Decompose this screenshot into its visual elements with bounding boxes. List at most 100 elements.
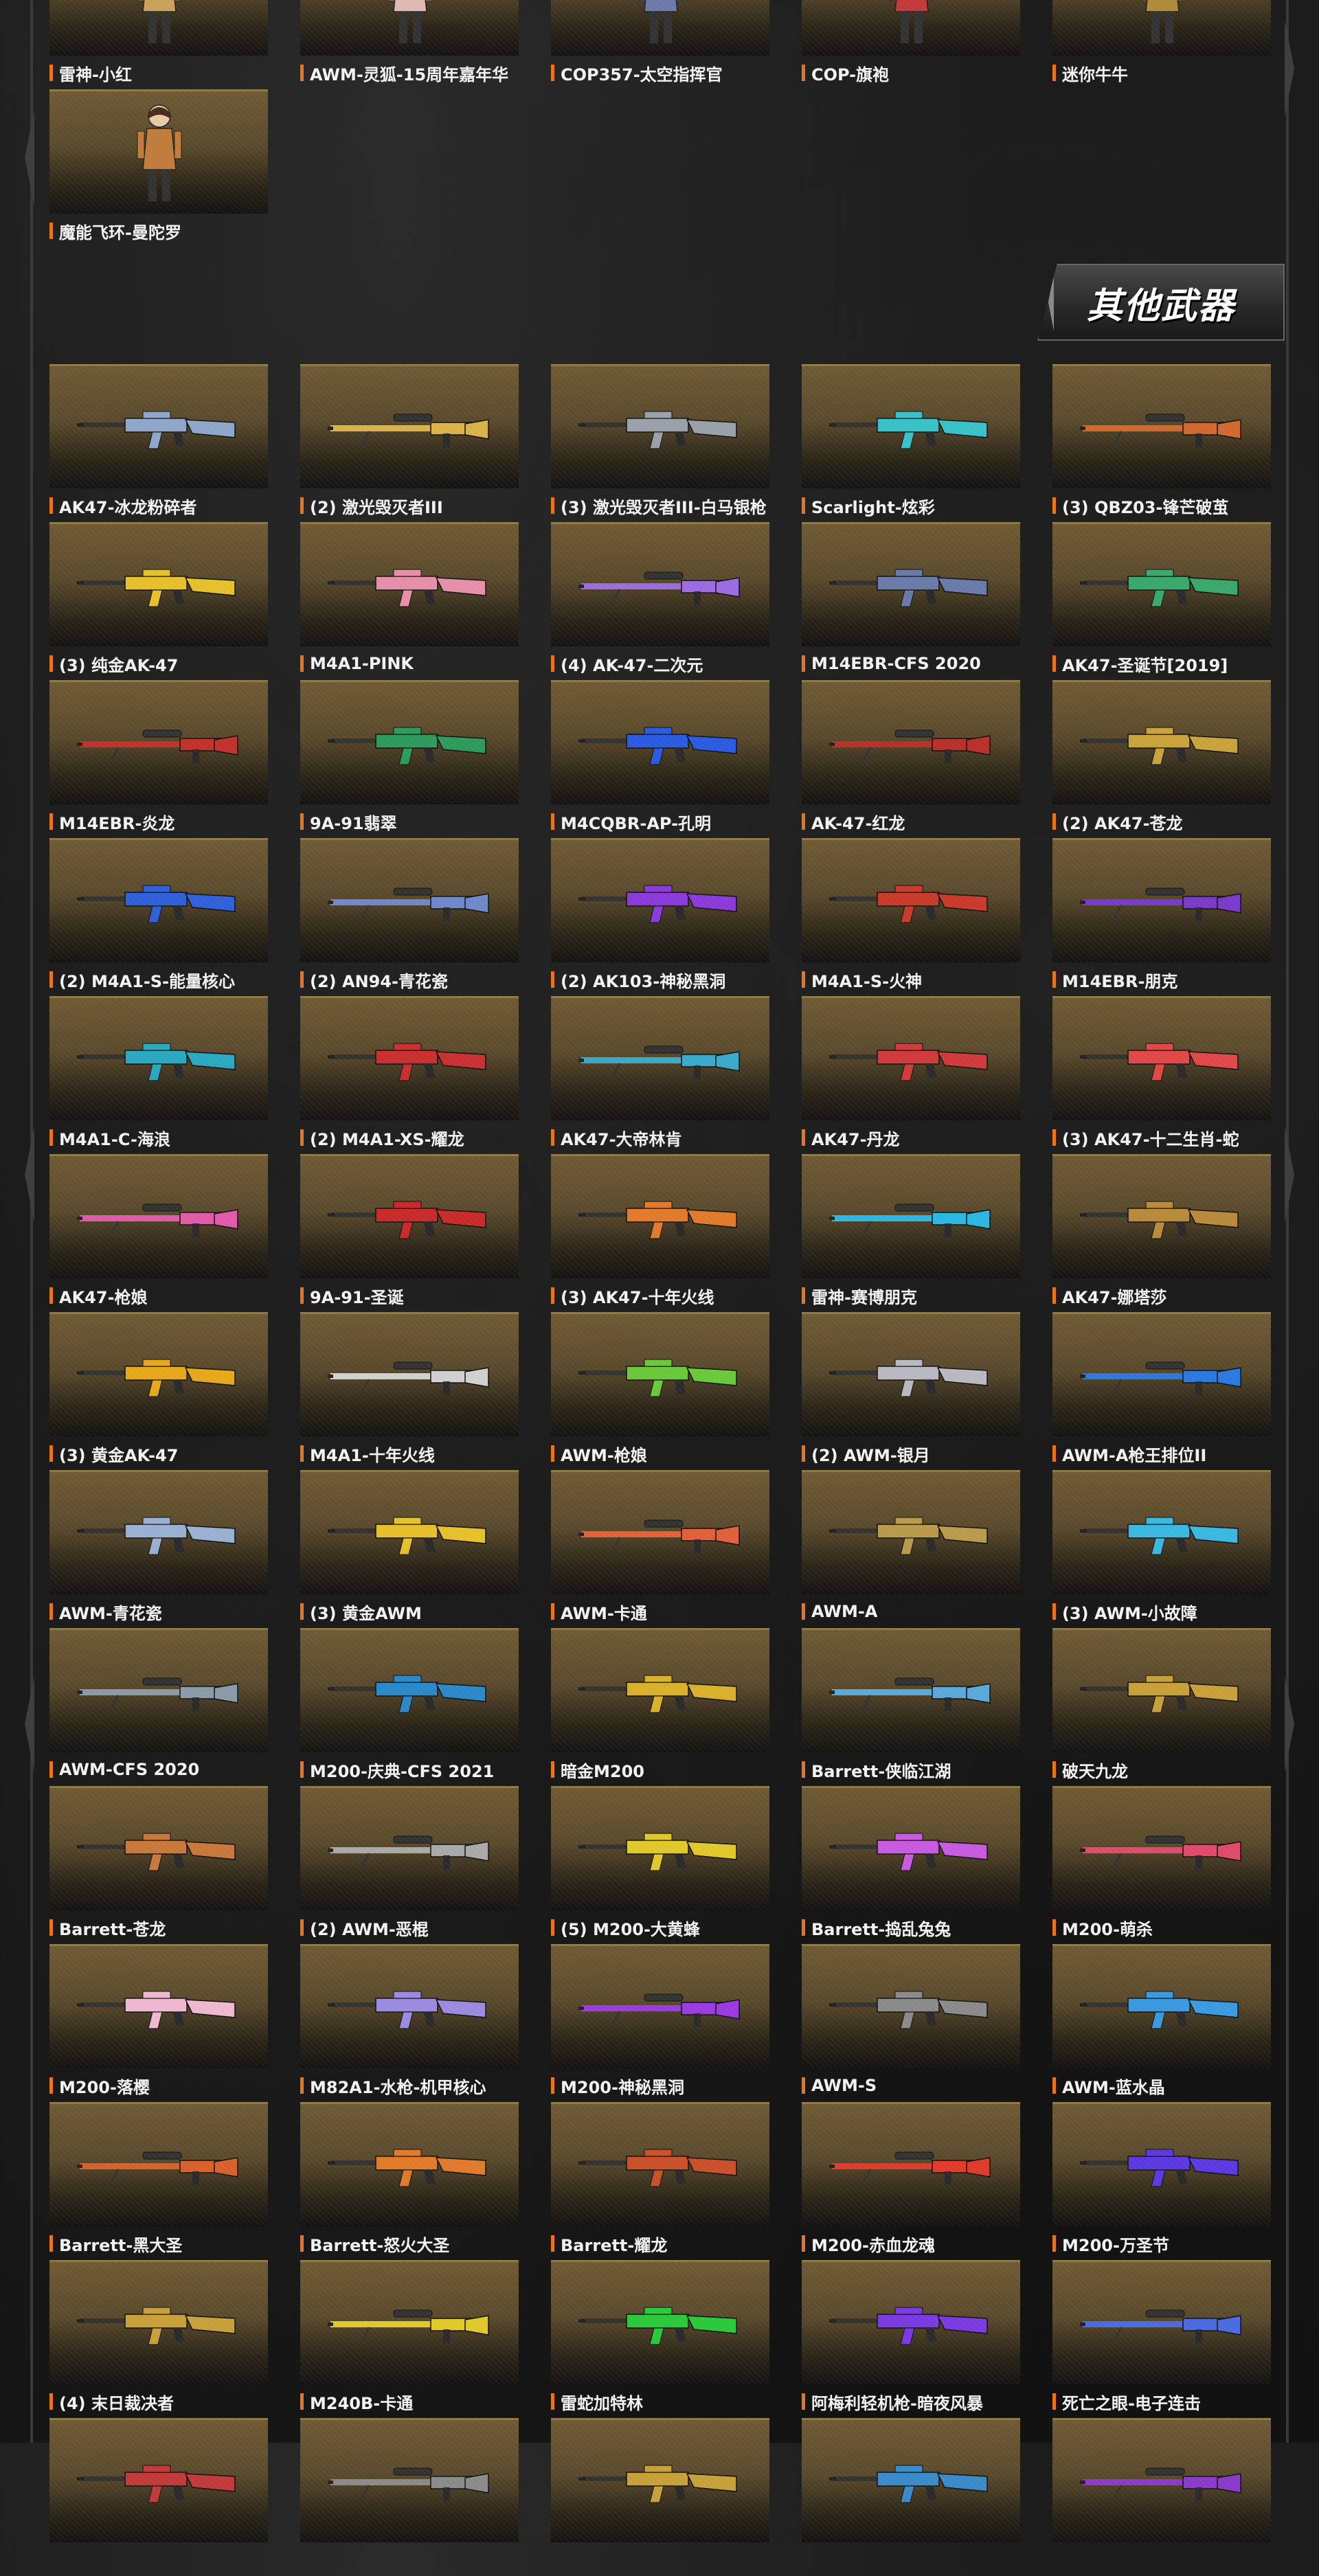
weapon-card[interactable]: 9A-91翡翠	[300, 680, 519, 838]
item-label-bar: Barrett-苍龙	[49, 1918, 268, 1939]
weapon-card[interactable]: (5) M200-大黄蜂	[551, 1786, 769, 1944]
weapon-card[interactable]: (4) AK-47-二次元	[551, 522, 769, 680]
weapon-card[interactable]: AK47-大帝林肯	[551, 996, 769, 1154]
weapon-card[interactable]: M240B-卡通	[300, 2260, 519, 2418]
weapon-card[interactable]: M4A1-S-火神	[802, 838, 1020, 996]
weapon-card[interactable]: AWM-S	[802, 1944, 1020, 2102]
weapon-card[interactable]: AWM-A枪王排位II	[1052, 1312, 1271, 1470]
item-name: (2) AK103-神秘黑洞	[561, 971, 726, 991]
weapon-card[interactable]	[300, 2418, 519, 2576]
weapon-card[interactable]: AK47-冰龙粉碎者	[49, 364, 268, 522]
right-frame-notch	[1285, 21, 1294, 117]
weapon-card[interactable]: (2) AN94-青花瓷	[300, 838, 519, 996]
item-label-bar: M240B-卡通	[300, 2392, 519, 2413]
weapon-image	[328, 1670, 490, 1714]
item-label-bar: M200-庆典-CFS 2021	[300, 1760, 519, 1781]
weapon-card[interactable]: Barrett-耀龙	[551, 2102, 769, 2260]
weapon-card[interactable]: M14EBR-朋克	[1052, 838, 1271, 996]
weapon-card[interactable]: AWM-枪娘	[551, 1312, 769, 1470]
character-card[interactable]: 迷你牛牛	[1052, 0, 1271, 89]
character-card[interactable]: AWM-灵狐-15周年嘉年华	[300, 0, 519, 89]
weapon-card[interactable]: Scarlight-炫彩	[802, 364, 1020, 522]
weapon-card[interactable]: (2) AWM-恶棍	[300, 1786, 519, 1944]
weapon-card[interactable]: M200-落樱	[49, 1944, 268, 2102]
weapon-card[interactable]: M200-神秘黑洞	[551, 1944, 769, 2102]
weapon-card[interactable]: AK-47-红龙	[802, 680, 1020, 838]
weapon-card[interactable]: (3) 激光毁灭者III-白马银枪	[551, 364, 769, 522]
weapon-card[interactable]: M200-萌杀	[1052, 1786, 1271, 1944]
weapon-card[interactable]: 雷神-赛博朋克	[802, 1154, 1020, 1312]
weapon-card[interactable]: Barrett-捣乱兔兔	[802, 1786, 1020, 1944]
weapon-card[interactable]	[551, 2418, 769, 2576]
weapon-card[interactable]: M14EBR-炎龙	[49, 680, 268, 838]
weapon-thumbnail	[300, 1154, 519, 1278]
weapon-card[interactable]: (2) M4A1-S-能量核心	[49, 838, 268, 996]
weapon-card[interactable]: Barrett-怒火大圣	[300, 2102, 519, 2260]
weapon-card[interactable]: (2) AK47-苍龙	[1052, 680, 1271, 838]
weapon-card[interactable]: 暗金M200	[551, 1628, 769, 1786]
weapon-card[interactable]: (2) AK103-神秘黑洞	[551, 838, 769, 996]
weapon-thumbnail	[551, 522, 769, 646]
item-name: (2) AN94-青花瓷	[310, 971, 449, 991]
character-card[interactable]: 魔能飞环-曼陀罗	[49, 89, 268, 247]
weapon-card[interactable]: (3) 黄金AWM	[300, 1470, 519, 1628]
weapon-card[interactable]	[1052, 2418, 1271, 2576]
weapon-card[interactable]: Barrett-侠临江湖	[802, 1628, 1020, 1786]
weapon-image	[1080, 2302, 1242, 2346]
weapon-card[interactable]: (2) AWM-银月	[802, 1312, 1020, 1470]
weapon-card[interactable]	[49, 2418, 268, 2576]
weapon-card[interactable]: AK47-娜塔莎	[1052, 1154, 1271, 1312]
weapon-card[interactable]: (4) 末日裁决者	[49, 2260, 268, 2418]
weapon-thumbnail	[49, 1628, 268, 1752]
weapon-card[interactable]: M200-庆典-CFS 2021	[300, 1628, 519, 1786]
weapon-card[interactable]: M4A1-十年火线	[300, 1312, 519, 1470]
weapon-card[interactable]: AWM-卡通	[551, 1470, 769, 1628]
weapon-card[interactable]: (3) 纯金AK-47	[49, 522, 268, 680]
weapon-card[interactable]: AWM-蓝水晶	[1052, 1944, 1271, 2102]
weapon-image	[328, 1512, 490, 1556]
weapon-card[interactable]: (3) AK47-十年火线	[551, 1154, 769, 1312]
weapon-card[interactable]: AK47-枪娘	[49, 1154, 268, 1312]
weapon-card[interactable]: M200-万圣节	[1052, 2102, 1271, 2260]
weapon-thumbnail	[551, 1944, 769, 2068]
weapon-card[interactable]: (2) M4A1-XS-耀龙	[300, 996, 519, 1154]
weapon-card[interactable]: Barrett-黑大圣	[49, 2102, 268, 2260]
item-label-bar: (2) AWM-银月	[802, 1444, 1020, 1465]
character-card[interactable]: COP357-太空指挥官	[551, 0, 769, 89]
weapon-card[interactable]: M4CQBR-AP-孔明	[551, 680, 769, 838]
weapon-card[interactable]: M14EBR-CFS 2020	[802, 522, 1020, 680]
weapon-card[interactable]: M4A1-C-海浪	[49, 996, 268, 1154]
label-accent	[802, 2393, 805, 2410]
weapon-card[interactable]: AK47-丹龙	[802, 996, 1020, 1154]
weapon-thumbnail	[49, 522, 268, 646]
label-accent	[802, 1287, 805, 1304]
weapon-image	[328, 2460, 490, 2504]
weapon-card[interactable]: (2) 激光毁灭者III	[300, 364, 519, 522]
weapon-card[interactable]: 雷蛇加特林	[551, 2260, 769, 2418]
weapon-card[interactable]: AWM-A	[802, 1470, 1020, 1628]
character-card[interactable]: COP-旗袍	[802, 0, 1020, 89]
item-name: 雷蛇加特林	[561, 2393, 643, 2413]
weapon-card[interactable]: 死亡之眼-电子连击	[1052, 2260, 1271, 2418]
weapon-card[interactable]: AK47-圣诞节[2019]	[1052, 522, 1271, 680]
weapon-card[interactable]: 9A-91-圣诞	[300, 1154, 519, 1312]
weapon-card[interactable]: (3) AWM-小故障	[1052, 1470, 1271, 1628]
weapon-thumbnail	[1052, 2102, 1271, 2226]
weapon-card[interactable]: AWM-青花瓷	[49, 1470, 268, 1628]
weapon-card[interactable]: AWM-CFS 2020	[49, 1628, 268, 1786]
weapon-card[interactable]: M200-赤血龙魂	[802, 2102, 1020, 2260]
weapon-card[interactable]: Barrett-苍龙	[49, 1786, 268, 1944]
label-accent	[551, 497, 554, 514]
weapon-card[interactable]: (3) 黄金AK-47	[49, 1312, 268, 1470]
weapon-card[interactable]: M4A1-PINK	[300, 522, 519, 680]
weapon-card[interactable]: 阿梅利轻机枪-暗夜风暴	[802, 2260, 1020, 2418]
weapon-thumbnail	[802, 522, 1020, 646]
weapon-card[interactable]	[802, 2418, 1020, 2576]
weapon-card[interactable]: (3) AK47-十二生肖-蛇	[1052, 996, 1271, 1154]
character-card[interactable]: 雷神-小红	[49, 0, 268, 89]
character-thumbnail	[802, 0, 1020, 56]
weapon-card[interactable]: 破天九龙	[1052, 1628, 1271, 1786]
weapon-card[interactable]: (3) QBZ03-锋芒破茧	[1052, 364, 1271, 522]
item-name: (3) AK47-十年火线	[561, 1287, 714, 1307]
weapon-card[interactable]: M82A1-水枪-机甲核心	[300, 1944, 519, 2102]
